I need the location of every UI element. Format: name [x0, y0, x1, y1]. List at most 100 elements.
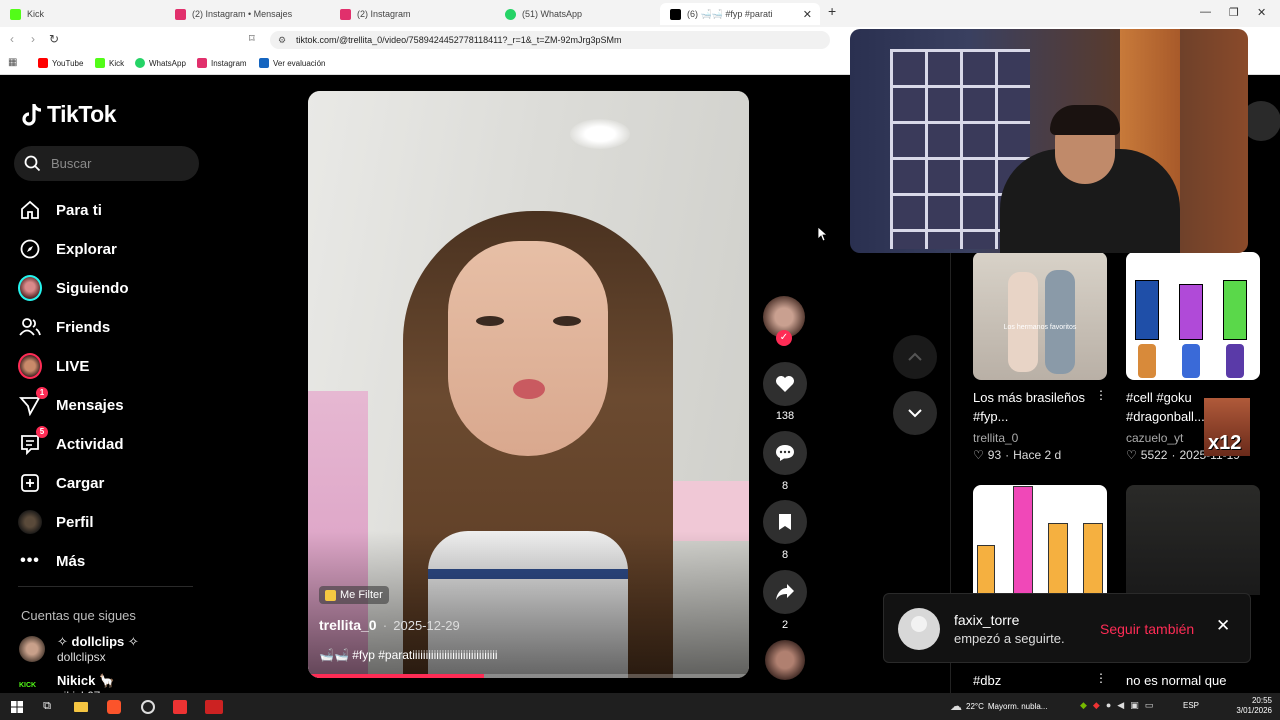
- antivirus-icon[interactable]: ◆: [1093, 700, 1100, 711]
- sound-disc[interactable]: [765, 640, 805, 680]
- nav-para-ti[interactable]: Para ti: [18, 197, 102, 223]
- close-window-icon[interactable]: ✕: [1257, 6, 1266, 19]
- effect-filter-chip[interactable]: Me Filter: [319, 586, 389, 604]
- notification-user[interactable]: faxix_torre: [954, 612, 1019, 628]
- video-thumbnail[interactable]: [973, 485, 1107, 595]
- network-icon[interactable]: ▣: [1130, 700, 1139, 711]
- more-options-icon[interactable]: ⋮: [1095, 388, 1107, 402]
- browser-tab-whatsapp[interactable]: (51) WhatsApp: [495, 3, 660, 25]
- tiktok-sidebar: TikTok Buscar Para ti Explorar Siguiendo…: [0, 76, 215, 697]
- notification-message: empezó a seguirte.: [954, 631, 1065, 646]
- video-thumbnail[interactable]: [1126, 485, 1260, 595]
- browser-tab-tiktok[interactable]: (6) 🛁🛁 #fyp #parati ✕: [660, 3, 820, 25]
- video-user[interactable]: cazuelo_yt: [1126, 431, 1183, 445]
- save-count: 8: [781, 549, 789, 561]
- nav-cargar[interactable]: Cargar: [18, 470, 104, 496]
- battery-icon[interactable]: ▭: [1145, 700, 1154, 711]
- speedtest-icon[interactable]: [139, 698, 157, 715]
- close-icon[interactable]: ✕: [1216, 616, 1230, 636]
- video-title[interactable]: no es normal que: [1126, 671, 1226, 690]
- stream-reaction-overlay: x12: [1204, 398, 1250, 456]
- follow-back-button[interactable]: Seguir también: [1100, 621, 1194, 637]
- webcam-overlay: [850, 29, 1248, 253]
- next-video-button[interactable]: [893, 391, 937, 435]
- close-tab-icon[interactable]: ✕: [803, 8, 812, 21]
- more-options-icon[interactable]: ⋮: [1095, 671, 1107, 685]
- bookmark-whatsapp[interactable]: WhatsApp: [135, 58, 186, 68]
- brave-browser-icon[interactable]: [105, 698, 123, 715]
- file-explorer-icon[interactable]: [72, 698, 90, 715]
- video-caption[interactable]: 🛁🛁 #fyp #paratiiiiiiiiiiiiiiiiiiiiiiiiii…: [319, 648, 498, 662]
- back-icon[interactable]: ‹: [10, 32, 14, 46]
- restore-icon[interactable]: ❐: [1229, 6, 1239, 19]
- bookmark-icon[interactable]: ⌑: [249, 32, 255, 45]
- weather-widget[interactable]: ☁ 22°C Mayorm. nubla...: [950, 699, 1047, 713]
- share-button[interactable]: [763, 570, 807, 614]
- multiplier-text: x12: [1208, 432, 1242, 454]
- windows-start-icon[interactable]: [8, 698, 26, 715]
- clock[interactable]: 20:55 3/01/2026: [1234, 696, 1272, 716]
- sound-icon[interactable]: ◀: [1117, 700, 1124, 711]
- mic-icon[interactable]: ●: [1106, 700, 1111, 711]
- tiktok-logo[interactable]: TikTok: [21, 101, 117, 128]
- browser-tab-instagram[interactable]: (2) Instagram: [330, 3, 495, 25]
- video-thumbnail[interactable]: [1126, 252, 1260, 380]
- like-button[interactable]: [763, 362, 807, 406]
- search-input[interactable]: Buscar: [14, 146, 199, 181]
- nav-perfil[interactable]: Perfil: [18, 509, 94, 535]
- nav-live[interactable]: LIVE: [18, 353, 89, 379]
- video-thumbnail[interactable]: Los hermanos favoritos: [973, 252, 1107, 380]
- browser-tab-kick[interactable]: Kick: [0, 3, 165, 25]
- video-user[interactable]: trellita_0: [973, 431, 1018, 445]
- video-editor-icon[interactable]: [203, 698, 225, 715]
- video-title[interactable]: #dbz: [973, 671, 1001, 690]
- nav-label: Friends: [56, 318, 111, 336]
- following-account[interactable]: ✧ dollclips ✧ dollclipsx: [19, 634, 139, 664]
- video-title[interactable]: Los más brasileños #fyp...: [973, 388, 1093, 426]
- nav-actividad[interactable]: 5 Actividad: [18, 426, 124, 457]
- nvidia-icon[interactable]: ◆: [1080, 700, 1087, 711]
- nav-friends[interactable]: Friends: [18, 314, 110, 340]
- bookmark-youtube[interactable]: YouTube: [38, 58, 83, 68]
- url-field[interactable]: ⚙ tiktok.com/@trellita_0/video/758942445…: [270, 31, 830, 49]
- previous-video-button[interactable]: [893, 335, 937, 379]
- reload-icon[interactable]: ↻: [49, 32, 59, 46]
- browser-tab-instagram-messages[interactable]: (2) Instagram • Mensajes: [165, 3, 330, 25]
- nav-mas[interactable]: ••• Más: [18, 548, 85, 574]
- video-author[interactable]: trellita_0: [319, 617, 377, 633]
- right-eye: [553, 316, 581, 326]
- nav-label: Más: [56, 552, 86, 570]
- thumbnail-bar: [1135, 280, 1159, 340]
- bookmark-ver-evaluacion[interactable]: Ver evaluación: [259, 58, 325, 68]
- url-text: tiktok.com/@trellita_0/video/75894244527…: [296, 35, 622, 45]
- save-button[interactable]: [763, 500, 807, 544]
- apps-grid-icon[interactable]: ▦: [8, 57, 17, 68]
- follow-check-icon[interactable]: ✓: [776, 330, 792, 346]
- keyboard-language[interactable]: ESP: [1183, 701, 1199, 710]
- face: [448, 241, 608, 456]
- youtube-icon: [38, 58, 48, 68]
- minimize-icon[interactable]: —: [1200, 6, 1211, 18]
- new-tab-button[interactable]: +: [828, 3, 836, 19]
- heart-icon: [776, 376, 794, 392]
- nav-mensajes[interactable]: 1 Mensajes: [18, 387, 124, 418]
- bookmark-kick[interactable]: Kick: [95, 58, 124, 68]
- video-player[interactable]: Me Filter trellita_0 · 2025-12-29 🛁🛁 #fy…: [308, 91, 749, 678]
- comment-button[interactable]: [763, 431, 807, 475]
- video-progress-track[interactable]: [308, 674, 749, 678]
- bookmark-label: WhatsApp: [149, 58, 186, 68]
- task-view-icon[interactable]: ⧉: [38, 698, 56, 715]
- streaming-app-icon[interactable]: [171, 698, 189, 715]
- nav-explorar[interactable]: Explorar: [18, 236, 117, 262]
- post-time: Hace 2 d: [1013, 448, 1062, 462]
- nav-siguiendo[interactable]: Siguiendo: [18, 275, 129, 301]
- chevron-down-icon: [908, 409, 922, 418]
- clock-time: 20:55: [1251, 696, 1272, 705]
- bookmark-instagram[interactable]: Instagram: [197, 58, 247, 68]
- follow-notification[interactable]: faxix_torre empezó a seguirte. Seguir ta…: [883, 593, 1251, 663]
- live-icon: [18, 353, 42, 379]
- messages-badge: 1: [36, 387, 48, 399]
- account-name: Nikick 🦙: [57, 673, 116, 688]
- forward-icon[interactable]: ›: [31, 32, 35, 46]
- site-info-icon[interactable]: ⚙: [278, 31, 286, 49]
